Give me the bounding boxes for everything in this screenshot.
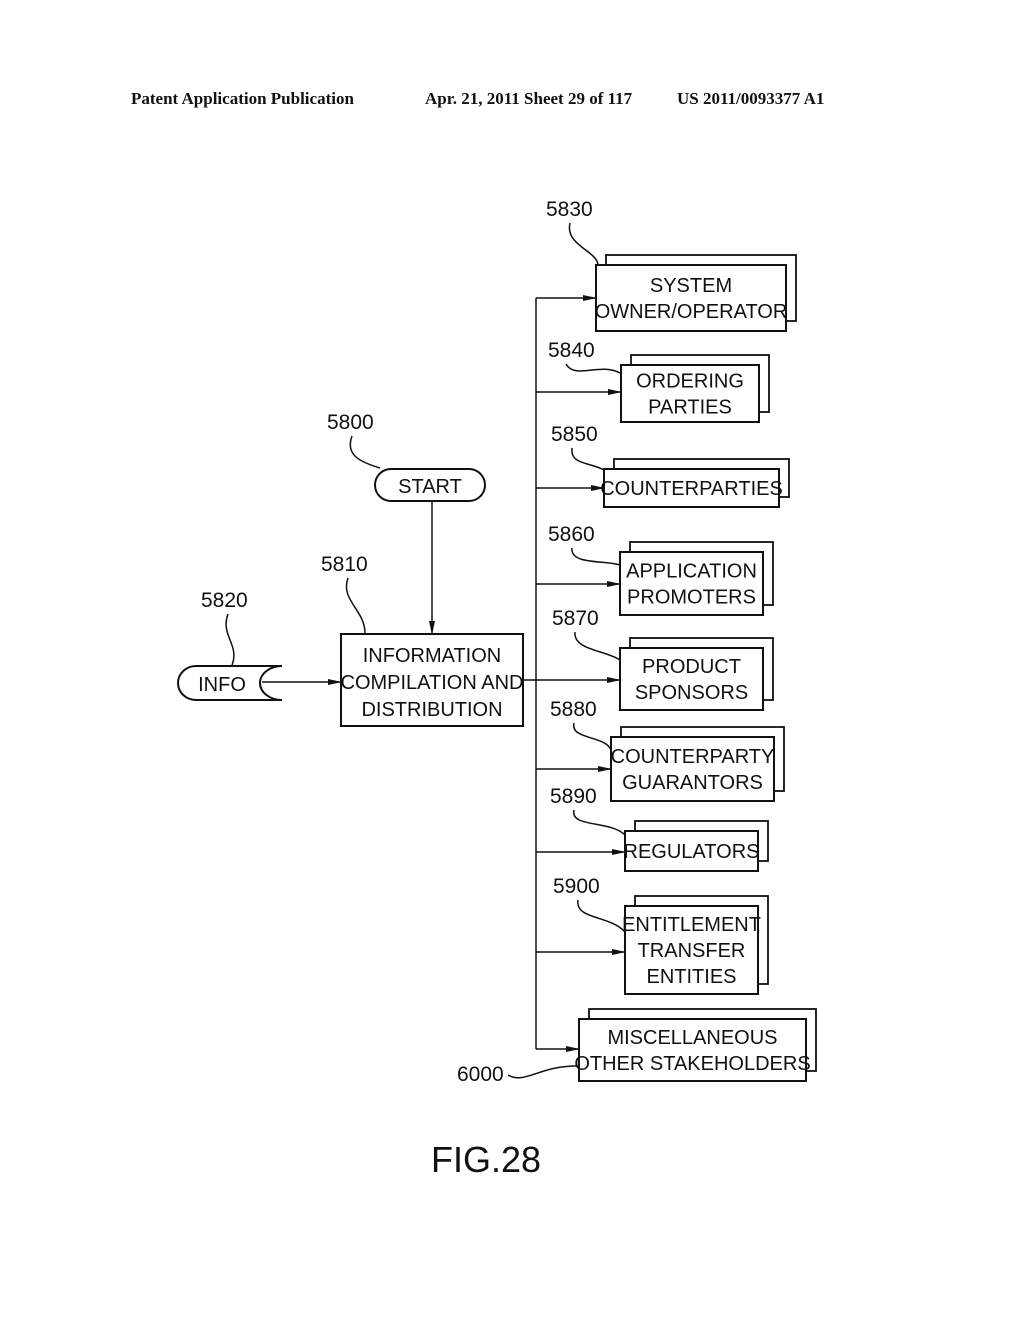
target-label-line: COUNTERPARTY	[611, 746, 775, 768]
target-node-5830: SYSTEM OWNER/OPERATOR	[595, 254, 797, 332]
leader-5820	[225, 613, 235, 666]
target-node-5860: APPLICATION PROMOTERS	[619, 541, 774, 616]
target-label-line: TRANSFER	[638, 940, 746, 962]
start-node: START	[374, 468, 486, 502]
ref-5810: 5810	[321, 553, 368, 576]
target-label-line: OTHER STAKEHOLDERS	[574, 1053, 810, 1075]
leader-5830	[568, 222, 599, 265]
target-label-line: APPLICATION	[626, 561, 757, 583]
center-node: INFORMATION COMPILATION AND DISTRIBUTION	[340, 633, 524, 727]
target-label-line: SYSTEM	[650, 275, 732, 297]
ref-5820: 5820	[201, 589, 248, 612]
ref-5830: 5830	[546, 198, 593, 221]
target-node-6000: MISCELLANEOUS OTHER STAKEHOLDERS	[574, 1008, 817, 1082]
target-label-line: PROMOTERS	[627, 587, 756, 609]
leader-5860	[571, 547, 621, 566]
ref-5840: 5840	[548, 339, 595, 362]
flowchart-diagram: START 5800 INFORMATION COMPILATION AND D…	[177, 198, 817, 1180]
leader-5810	[345, 577, 366, 634]
ref-5880: 5880	[550, 698, 597, 721]
figure-label: FIG.28	[431, 1139, 541, 1180]
target-node-5890: REGULATORS	[624, 820, 769, 872]
target-node-5900: ENTITLEMENT TRANSFER ENTITIES	[622, 895, 769, 995]
info-label: INFO	[198, 674, 246, 696]
target-label-line: PRODUCT	[642, 656, 741, 678]
target-label-line: COUNTERPARTIES	[600, 478, 783, 500]
ref-5800: 5800	[327, 411, 374, 434]
target-node-5840: ORDERING PARTIES	[620, 354, 770, 423]
start-label: START	[398, 476, 462, 498]
leader-5890	[573, 809, 626, 836]
info-node: INFO	[177, 665, 283, 701]
leader-5880	[573, 722, 612, 751]
target-label-line: ENTITLEMENT	[622, 914, 761, 936]
leader-5850	[571, 447, 605, 471]
ref-5860: 5860	[548, 523, 595, 546]
target-node-5850: COUNTERPARTIES	[600, 458, 790, 508]
ref-5850: 5850	[551, 423, 598, 446]
target-node-5870: PRODUCT SPONSORS	[619, 637, 774, 711]
target-node-5880: COUNTERPARTY GUARANTORS	[610, 726, 785, 802]
target-label-line: PARTIES	[648, 397, 732, 419]
ref-6000: 6000	[457, 1063, 504, 1086]
center-line-1: INFORMATION	[363, 645, 502, 667]
center-line-3: DISTRIBUTION	[361, 699, 502, 721]
leader-5800	[349, 435, 381, 469]
target-label-line: ORDERING	[636, 371, 744, 393]
leader-5900	[577, 899, 626, 933]
center-line-2: COMPILATION AND	[341, 672, 524, 694]
target-label-line: MISCELLANEOUS	[607, 1027, 777, 1049]
target-label-line: REGULATORS	[624, 841, 760, 863]
leader-6000	[507, 1065, 580, 1079]
leader-5870	[574, 631, 621, 661]
target-label-line: SPONSORS	[635, 682, 748, 704]
ref-5890: 5890	[550, 785, 597, 808]
target-label-line: OWNER/OPERATOR	[595, 301, 788, 323]
ref-5900: 5900	[553, 875, 600, 898]
target-label-line: ENTITIES	[646, 966, 736, 988]
target-label-line: GUARANTORS	[622, 772, 763, 794]
leader-5840	[565, 363, 621, 374]
ref-5870: 5870	[552, 607, 599, 630]
